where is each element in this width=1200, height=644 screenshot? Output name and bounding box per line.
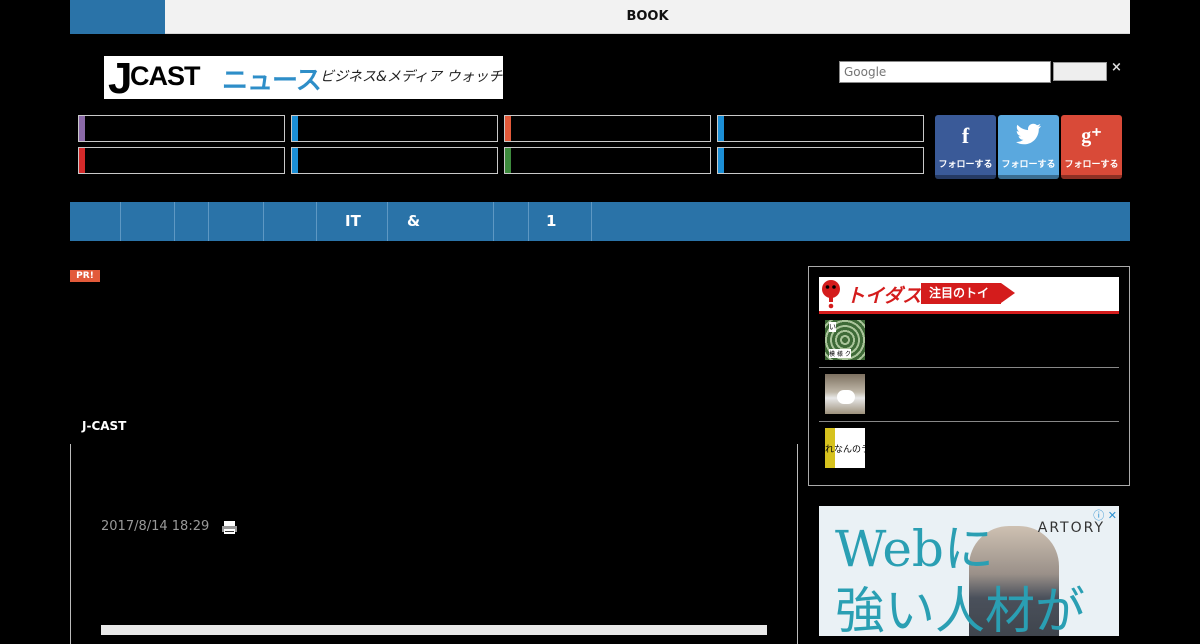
toi-row-divider	[819, 421, 1119, 422]
google-plus-follow-button[interactable]: g⁺ フォローする	[1061, 115, 1122, 179]
nav-separator	[387, 202, 388, 241]
facebook-follow-button[interactable]: f フォローする	[935, 115, 996, 179]
follow-label: フォローする	[1001, 160, 1056, 170]
category-color-bar	[292, 116, 298, 141]
logo-j: J	[108, 54, 133, 103]
category-box-4[interactable]	[717, 115, 924, 142]
category-box-1[interactable]	[78, 115, 285, 142]
category-color-bar	[718, 148, 724, 173]
site-logo[interactable]: J CAST ニュース ビジネス&メディア ウォッチ	[104, 54, 503, 103]
top-bar-book-link[interactable]: BOOK	[165, 0, 1130, 34]
article-content-strip	[101, 625, 767, 635]
ad-headline-line2: 強い人材が	[835, 582, 1085, 636]
ad-close-icon[interactable]: ⓘ ✕	[1093, 507, 1117, 523]
button-shade	[935, 175, 996, 179]
button-shade	[998, 175, 1059, 179]
toi-thumbnail-1[interactable]: い 模 様 ク	[825, 320, 865, 360]
badge-arrow-icon	[1001, 283, 1015, 303]
toigusu-name: トイダス	[846, 285, 922, 307]
nav-separator	[316, 202, 317, 241]
category-color-bar	[505, 148, 511, 173]
twitter-icon	[998, 123, 1059, 151]
logo-tagline: ビジネス&メディア ウォッチ	[320, 69, 503, 85]
top-bar: BOOK	[70, 0, 1130, 34]
toigusu-banner[interactable]: トイダス 注目のトイ	[819, 277, 1119, 314]
follow-label: フォローする	[938, 160, 993, 170]
close-icon[interactable]: ×	[1111, 60, 1127, 80]
article-source: J-CAST	[82, 419, 127, 433]
category-box-5[interactable]	[78, 147, 285, 174]
facebook-icon: f	[961, 123, 970, 148]
thumbnail-bird	[837, 390, 855, 404]
nav-separator	[493, 202, 494, 241]
google-plus-icon: g⁺	[1081, 125, 1102, 147]
top-bar-accent	[70, 0, 165, 34]
thumbnail-text: 模 様 ク	[829, 349, 851, 358]
category-color-bar	[505, 116, 511, 141]
article-frame	[70, 444, 798, 644]
toi-thumbnail-2[interactable]	[825, 374, 865, 414]
category-color-bar	[79, 148, 85, 173]
nav-item-it[interactable]: IT	[345, 202, 361, 241]
category-color-bar	[292, 148, 298, 173]
nav-separator	[528, 202, 529, 241]
nav-item-and[interactable]: &	[407, 202, 420, 241]
nav-separator	[263, 202, 264, 241]
category-box-2[interactable]	[291, 115, 498, 142]
follow-label: フォローする	[1064, 160, 1119, 170]
thumbnail-text: い	[829, 322, 836, 332]
toi-thumbnail-3[interactable]: れなんのラ	[825, 428, 865, 468]
ad-banner[interactable]: Webに 強い人材が ARTORY ⓘ ✕	[819, 506, 1119, 636]
nav-separator	[174, 202, 175, 241]
category-color-bar	[79, 116, 85, 141]
nav-separator	[208, 202, 209, 241]
nav-separator	[120, 202, 121, 241]
toigusu-badge: 注目のトイ	[921, 283, 1001, 304]
logo-news: ニュース	[222, 66, 322, 96]
logo-cast: CAST	[130, 61, 200, 91]
twitter-follow-button[interactable]: フォローする	[998, 115, 1059, 179]
question-mark-icon	[822, 280, 840, 309]
category-box-8[interactable]	[717, 147, 924, 174]
search-input[interactable]	[839, 61, 1051, 83]
category-box-6[interactable]	[291, 147, 498, 174]
category-color-bar	[718, 116, 724, 141]
search-button[interactable]	[1053, 62, 1107, 81]
category-box-7[interactable]	[504, 147, 711, 174]
toi-row-divider	[819, 367, 1119, 368]
main-nav: IT & 1	[70, 202, 1130, 241]
pr-badge: PR!	[70, 270, 100, 282]
article-date: 2017/8/14 18:29	[101, 519, 210, 534]
category-box-3[interactable]	[504, 115, 711, 142]
nav-item-1[interactable]: 1	[546, 202, 556, 241]
thumbnail-text: れなんのラ	[825, 445, 865, 455]
print-icon[interactable]	[221, 520, 238, 535]
nav-separator	[591, 202, 592, 241]
button-shade	[1061, 175, 1122, 179]
